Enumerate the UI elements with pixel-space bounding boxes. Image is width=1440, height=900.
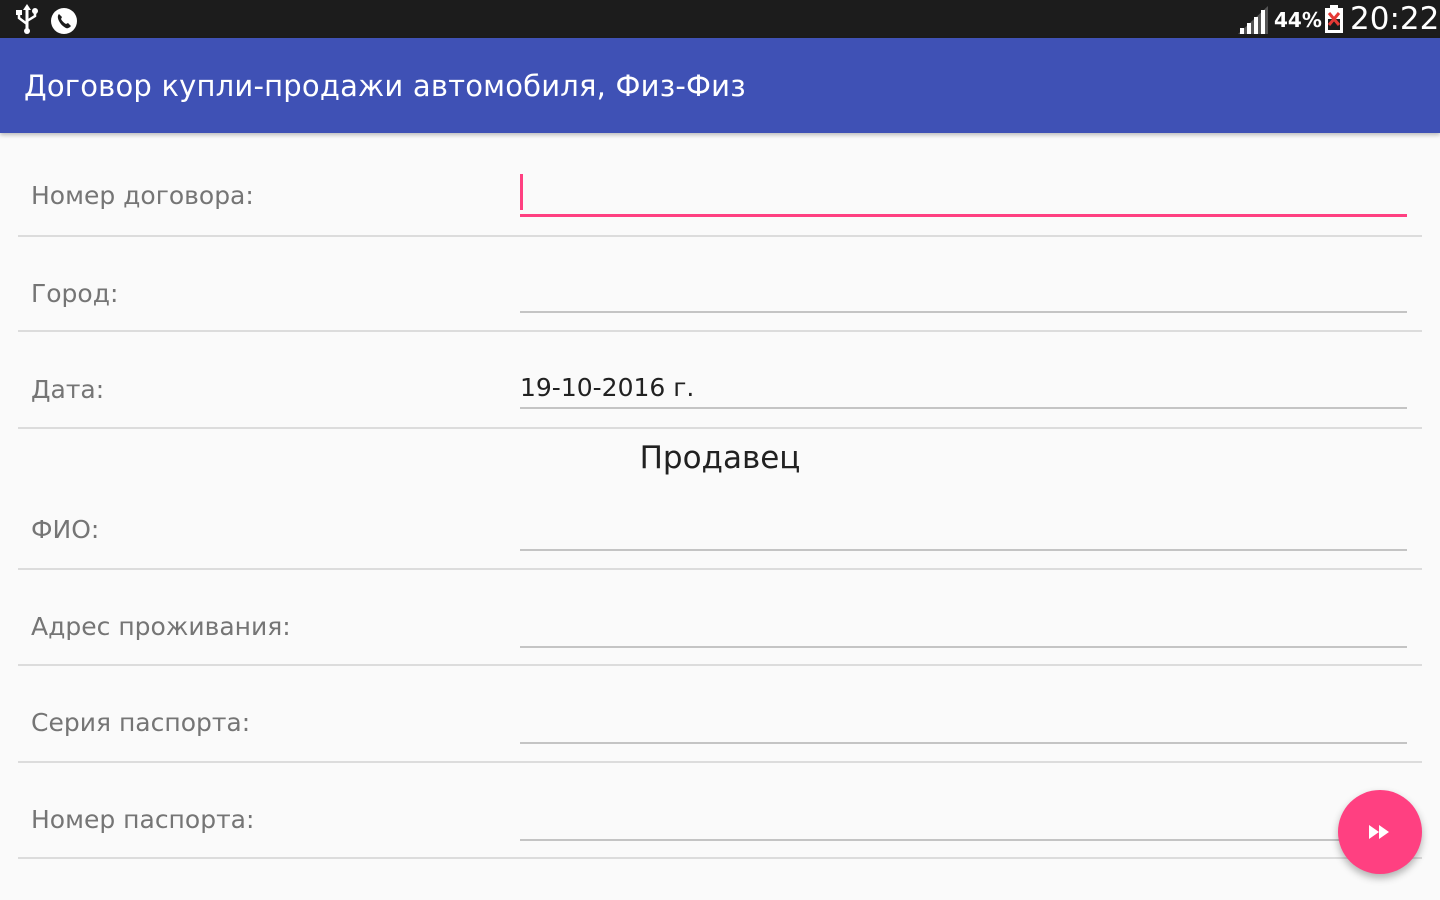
date-row: Дата: 19-10-2016 г. — [18, 330, 1422, 429]
full-name-label: ФИО: — [31, 515, 100, 544]
date-input[interactable]: 19-10-2016 г. — [520, 367, 1407, 409]
contract-number-row: Номер договора: — [18, 133, 1422, 237]
date-label: Дата: — [31, 375, 105, 404]
city-label: Город: — [31, 279, 119, 308]
date-value: 19-10-2016 г. — [520, 373, 695, 402]
address-input[interactable] — [520, 606, 1407, 648]
usb-icon — [14, 4, 40, 39]
status-bar: 44% 20:22 — [0, 0, 1440, 38]
passport-number-row: Номер паспорта: — [18, 763, 1422, 859]
passport-series-label: Серия паспорта: — [31, 708, 251, 737]
full-name-row: ФИО: — [18, 485, 1422, 570]
next-fab-button[interactable] — [1338, 790, 1422, 874]
app-bar: Договор купли-продажи автомобиля, Физ-Фи… — [0, 38, 1440, 133]
full-name-input[interactable] — [520, 509, 1407, 551]
seller-section-title: Продавец — [639, 440, 801, 476]
passport-series-row: Серия паспорта: — [18, 666, 1422, 763]
address-row: Адрес проживания: — [18, 570, 1422, 666]
fast-forward-icon — [1369, 825, 1389, 839]
app-title: Договор купли-продажи автомобиля, Физ-Фи… — [24, 69, 746, 103]
city-row: Город: — [18, 235, 1422, 332]
signal-icon — [1238, 6, 1270, 39]
battery-icon — [1324, 5, 1344, 38]
passport-number-input[interactable] — [520, 799, 1407, 841]
passport-number-label: Номер паспорта: — [31, 805, 255, 834]
passport-series-input[interactable] — [520, 702, 1407, 744]
text-cursor — [520, 174, 523, 210]
city-input[interactable] — [520, 271, 1407, 313]
phone-icon — [50, 7, 78, 40]
address-label: Адрес проживания: — [31, 612, 291, 641]
clock: 20:22 — [1350, 1, 1440, 37]
contract-number-label: Номер договора: — [31, 181, 254, 210]
contract-number-input[interactable] — [520, 174, 1407, 217]
battery-percent: 44% — [1274, 8, 1322, 32]
